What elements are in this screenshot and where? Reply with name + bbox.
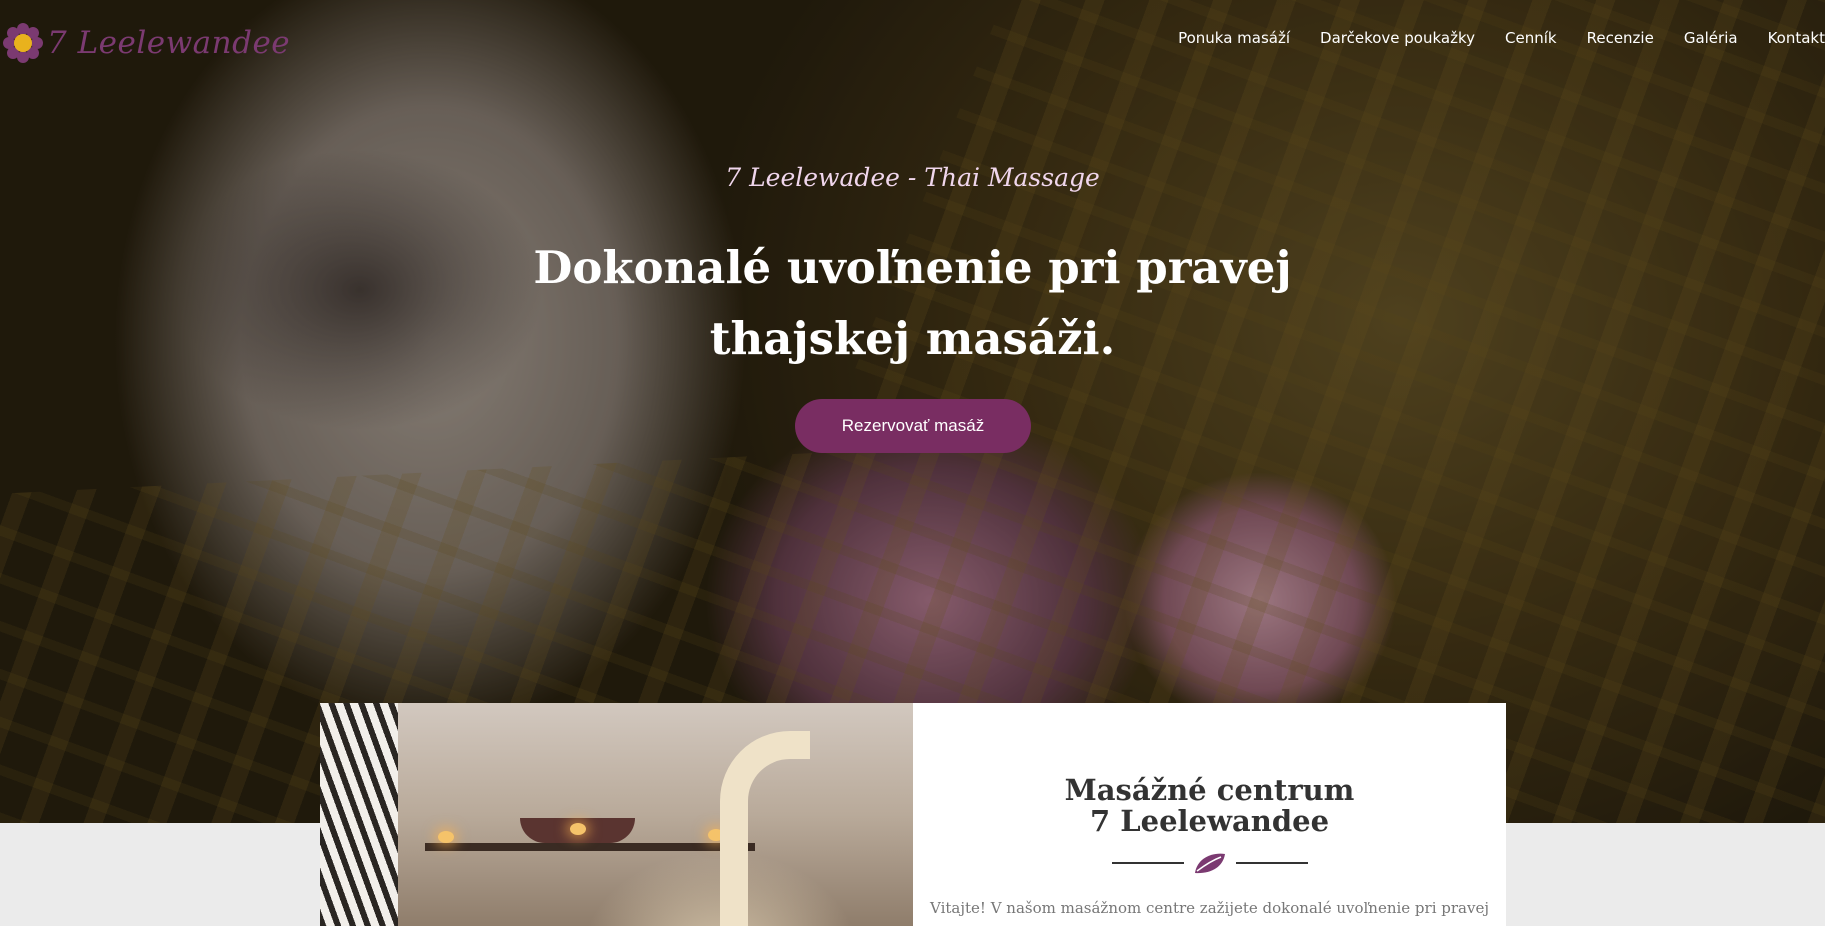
nav-item-cennik[interactable]: Cenník xyxy=(1505,29,1557,47)
nav-item-recenzie[interactable]: Recenzie xyxy=(1587,29,1654,47)
site-logo[interactable]: 7 Leelewandee xyxy=(2,20,290,66)
book-massage-button[interactable]: Rezervovať masáž xyxy=(795,399,1031,453)
intro-title-line1: Masážné centrum xyxy=(1064,773,1355,807)
spa-room-photo xyxy=(320,703,913,926)
shelf-decor xyxy=(425,843,755,851)
leaf-icon xyxy=(1194,853,1225,874)
hero-subtitle: 7 Leelewadee - Thai Massage xyxy=(725,163,1100,192)
candle-decor xyxy=(570,823,586,835)
nav-item-kontakt[interactable]: Kontakt xyxy=(1768,29,1825,47)
divider-line xyxy=(1235,862,1308,864)
intro-card: Masážné centrum 7 Leelewandee Vitajte! V… xyxy=(320,703,1506,926)
candle-decor xyxy=(438,831,454,843)
nav-item-galeria[interactable]: Galéria xyxy=(1684,29,1738,47)
intro-title: Masážné centrum 7 Leelewandee xyxy=(913,775,1506,837)
divider-line xyxy=(1111,862,1184,864)
nav-item-darcekove-poukazky[interactable]: Darčekove poukažky xyxy=(1320,29,1475,47)
title-divider xyxy=(913,851,1506,875)
towel-swan-decor xyxy=(720,731,810,926)
main-nav: Ponuka masáží Darčekove poukažky Cenník … xyxy=(1148,29,1825,47)
flower-icon xyxy=(3,23,43,63)
nav-item-ponuka-masazi[interactable]: Ponuka masáží xyxy=(1178,29,1290,47)
hero-title: Dokonalé uvoľnenie pri pravej thajskej m… xyxy=(533,241,1292,365)
intro-content: Masážné centrum 7 Leelewandee Vitajte! V… xyxy=(913,703,1506,926)
curtain-decor xyxy=(320,703,398,926)
intro-text: Vitajte! V našom masážnom centre zažijet… xyxy=(930,899,1489,917)
intro-title-line2: 7 Leelewandee xyxy=(1089,804,1330,838)
brand-name: 7 Leelewandee xyxy=(47,25,291,61)
